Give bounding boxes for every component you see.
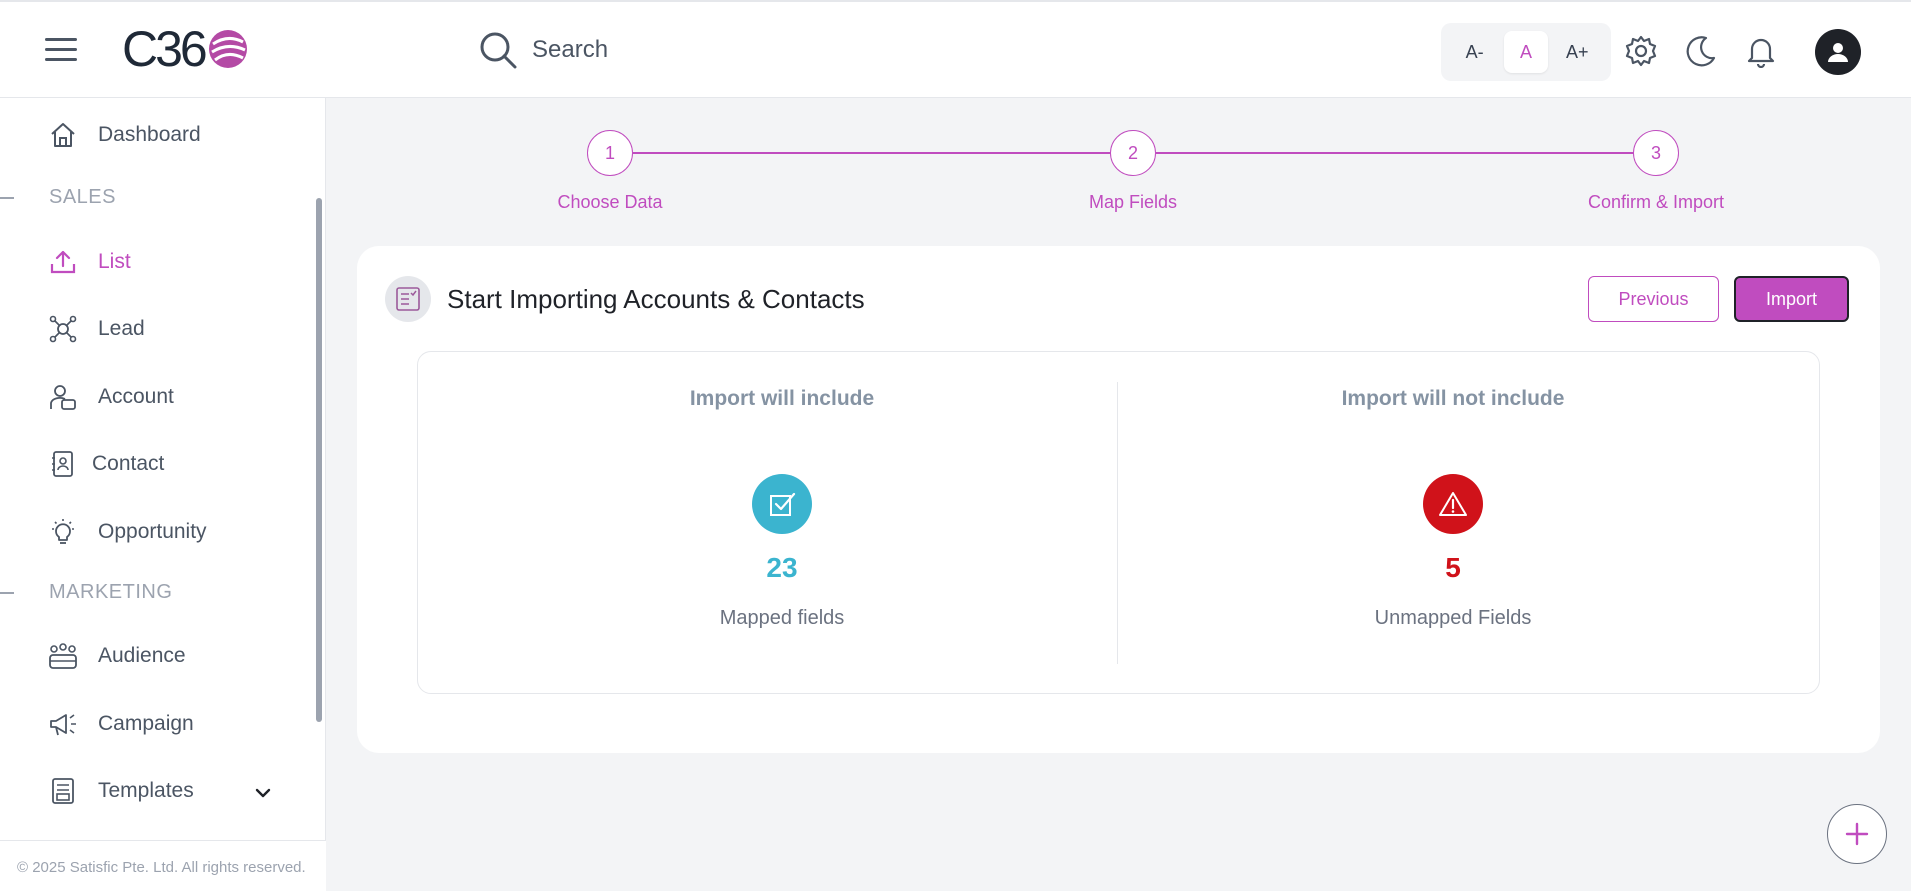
sidebar-item-campaign[interactable]: Campaign [48,709,194,739]
step-1-label: Choose Data [557,192,663,212]
sidebar-item-label: Templates [98,779,194,802]
section-label-sales: SALES [49,186,116,208]
upload-icon [48,247,78,277]
section-label-marketing: MARKETING [49,581,173,603]
chevron-down-icon[interactable] [252,782,274,804]
import-button[interactable]: Import [1734,276,1849,322]
stepper-connector [633,152,1111,154]
step-1-circle[interactable]: 1 [587,130,633,176]
sidebar-item-templates[interactable]: Templates [48,776,274,806]
sidebar-item-list[interactable]: List [48,247,131,277]
sidebar-item-audience[interactable]: Audience [48,641,186,671]
sidebar-item-opportunity[interactable]: Opportunity [48,517,207,547]
step-2-label: Map Fields [1088,192,1178,212]
bell-icon[interactable] [1744,34,1778,68]
unmapped-label: Unmapped Fields [1374,607,1532,629]
step-2-circle[interactable]: 2 [1110,130,1156,176]
sidebar-item-dashboard[interactable]: Dashboard [48,120,201,150]
add-fab-button[interactable] [1827,804,1887,864]
sidebar-scrollbar[interactable] [316,198,322,722]
include-title: Import will include [689,387,875,410]
search-input[interactable] [532,36,792,64]
moon-icon[interactable] [1684,34,1718,68]
template-icon [48,776,78,806]
contact-card-icon [48,449,78,479]
section-divider [0,592,14,594]
unmapped-count: 5 [1445,552,1461,583]
network-icon [48,314,78,344]
sidebar-item-label: Contact [92,452,165,475]
sidebar-item-label: List [98,250,131,273]
search-bar[interactable] [478,30,792,70]
account-icon [48,382,78,412]
copyright-footer: © 2025 Satisfic Pte. Ltd. All rights res… [0,840,326,891]
home-icon [48,120,78,150]
font-normal-button[interactable]: A [1503,31,1548,73]
user-icon [1828,43,1848,62]
sidebar-item-label: Lead [98,317,145,340]
sidebar-item-label: Dashboard [98,123,201,146]
section-divider [0,197,14,199]
gear-icon[interactable] [1624,34,1658,68]
top-header: C36 A- A A+ [0,0,1911,98]
sidebar-item-contact[interactable]: Contact [48,449,164,479]
menu-icon[interactable] [45,38,77,62]
sidebar-item-label: Account [98,385,174,408]
sidebar-item-label: Opportunity [98,520,207,543]
logo-globe-icon [208,30,247,68]
avatar[interactable] [1815,29,1861,75]
lightbulb-icon [48,517,78,547]
stepper-connector [1156,152,1634,154]
font-size-toggle: A- A A+ [1441,23,1611,81]
sidebar-item-label: Campaign [98,712,194,735]
card-title: Start Importing Accounts & Contacts [447,284,865,314]
font-increase-button[interactable]: A+ [1555,31,1599,73]
step-3-circle[interactable]: 3 [1633,130,1679,176]
checkbox-icon [752,474,812,534]
summary-divider [1117,382,1118,664]
megaphone-icon [48,709,78,739]
sidebar-item-account[interactable]: Account [48,382,174,412]
audience-icon [48,641,78,671]
logo[interactable]: C36 [122,24,249,74]
step-3-label: Confirm & Import [1587,192,1725,212]
sidebar-item-label: Audience [98,644,186,667]
checklist-icon [385,276,431,322]
logo-text: C36 [122,21,208,77]
exclude-title: Import will not include [1341,387,1565,410]
sidebar-item-lead[interactable]: Lead [48,314,145,344]
font-decrease-button[interactable]: A- [1453,31,1497,73]
warning-icon [1423,474,1483,534]
search-icon [480,32,517,69]
sidebar: Dashboard SALES List Lead Account Contac… [0,98,326,891]
plus-icon [1845,822,1869,846]
mapped-count: 23 [766,552,798,583]
mapped-label: Mapped fields [719,607,845,629]
previous-button[interactable]: Previous [1588,276,1719,322]
